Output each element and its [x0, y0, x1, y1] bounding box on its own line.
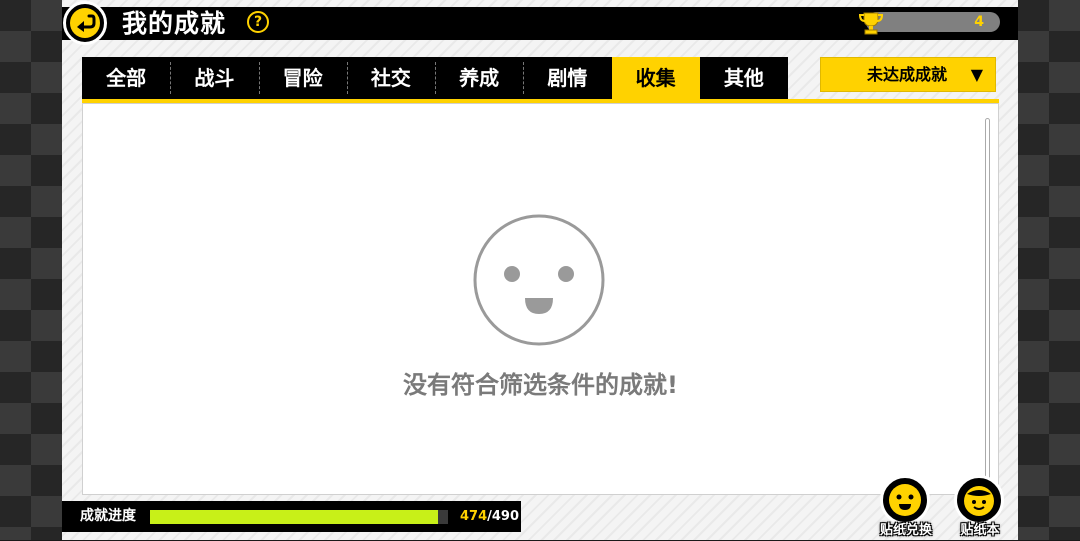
sticker-exchange-label: 贴纸兑换: [879, 523, 932, 538]
achievement-progress: 成就进度 474/490: [62, 501, 521, 532]
progress-total: 490: [491, 509, 520, 524]
filter-selected: 未达成成就: [867, 65, 948, 84]
left-decor-panel: [0, 0, 62, 540]
sticker-smiley-icon: [889, 484, 921, 516]
tab-collection[interactable]: 收集: [611, 57, 700, 99]
page-title: 我的成就: [122, 9, 227, 38]
tab-all[interactable]: 全部: [82, 57, 170, 99]
back-button[interactable]: [63, 1, 107, 45]
trophy-counter: 4: [866, 12, 1000, 32]
back-arrow-icon: [70, 8, 100, 38]
tab-cultivate[interactable]: 养成: [435, 57, 523, 99]
sticker-book-circle: [954, 475, 1004, 525]
tab-story[interactable]: 剧情: [523, 57, 611, 99]
tab-adventure[interactable]: 冒险: [258, 57, 347, 99]
dropdown-arrow-icon: ▼: [970, 65, 983, 84]
sticker-book-label: 贴纸本: [960, 523, 1000, 538]
trophy-count: 4: [974, 14, 984, 30]
progress-bar: [150, 510, 448, 524]
tab-social[interactable]: 社交: [346, 57, 435, 99]
list-scrollbar[interactable]: [985, 118, 990, 483]
tab-battle[interactable]: 战斗: [170, 57, 258, 99]
progress-bar-fill: [150, 510, 439, 524]
help-button[interactable]: ?: [247, 11, 269, 33]
tab-other[interactable]: 其他: [700, 57, 788, 99]
filter-dropdown[interactable]: 未达成成就 ▼: [820, 57, 996, 92]
trophy-icon: [858, 12, 884, 35]
sticker-exchange-button[interactable]: 贴纸兑换: [868, 475, 944, 541]
progress-label: 成就进度: [80, 508, 136, 524]
progress-current: 474: [460, 509, 488, 524]
smiley-face-icon: [473, 214, 605, 346]
category-tabs: 全部 战斗 冒险 社交 养成 剧情 收集 其他: [82, 57, 788, 99]
sticker-book-button[interactable]: 贴纸本: [942, 475, 1018, 541]
sticker-book-icon: [964, 486, 994, 516]
right-decor-panel: [1018, 0, 1080, 540]
progress-count: 474/490: [460, 501, 519, 532]
empty-state-message: 没有符合筛选条件的成就!: [403, 371, 678, 399]
sticker-exchange-circle: [880, 475, 930, 525]
